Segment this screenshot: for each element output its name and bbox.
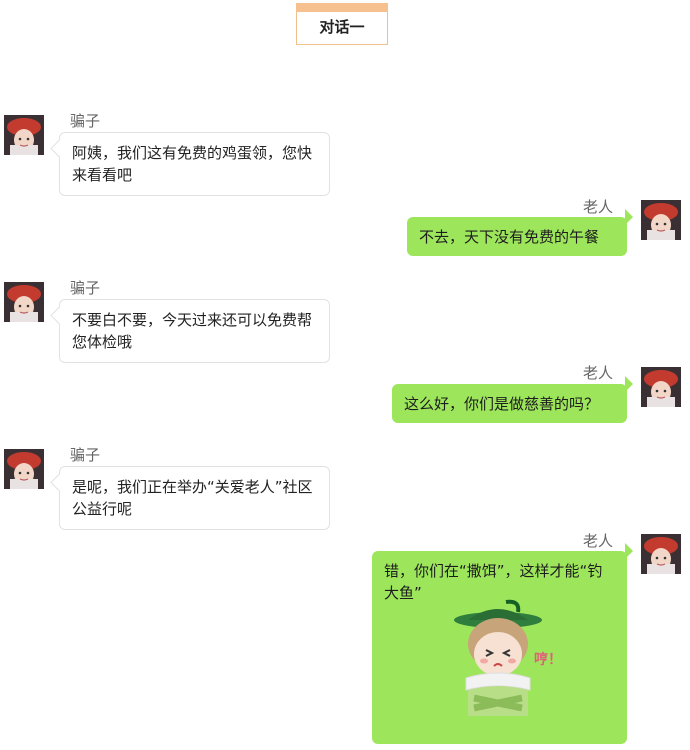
- sender-name: 骗子: [70, 446, 101, 464]
- message-text: 阿姨，我们这有免费的鸡蛋领，您快来看看吧: [72, 144, 313, 184]
- message-text: 错，你们在“撒饵”，这样才能“钓大鱼”: [384, 562, 603, 602]
- sender-name: 老人: [583, 532, 614, 550]
- chat-bubble-left: 阿姨，我们这有免费的鸡蛋领，您快来看看吧: [59, 132, 330, 196]
- avatar-elder[interactable]: [641, 367, 681, 407]
- chat-bubble-left: 是呢，我们正在举办“关爱老人”社区公益行呢: [59, 466, 330, 530]
- sticker-caption: 哼！: [534, 651, 562, 668]
- dialog-title: 对话一: [319, 18, 365, 36]
- avatar-elder[interactable]: [641, 200, 681, 240]
- message-text: 不去，天下没有免费的午餐: [419, 228, 600, 246]
- avatar-elder[interactable]: [641, 534, 681, 574]
- chat-bubble-right: 不去，天下没有免费的午餐: [407, 209, 633, 256]
- cartoon-old-woman-sticker-icon: 哼！: [448, 598, 568, 718]
- dialog-title-badge: 对话一: [296, 3, 388, 45]
- avatar-scammer[interactable]: [4, 282, 44, 322]
- sender-name: 老人: [583, 198, 614, 216]
- sender-name: 骗子: [70, 112, 101, 130]
- chat-bubble-left: 不要白不要，今天过来还可以免费帮您体检哦: [59, 299, 330, 363]
- sender-name: 骗子: [70, 279, 101, 297]
- message-text: 这么好，你们是做慈善的吗？: [404, 395, 600, 413]
- message-text: 是呢，我们正在举办“关爱老人”社区公益行呢: [72, 478, 313, 518]
- message-text: 不要白不要，今天过来还可以免费帮您体检哦: [72, 311, 313, 351]
- avatar-scammer[interactable]: [4, 449, 44, 489]
- title-accent-bar: [296, 3, 388, 12]
- chat-bubble-right: 这么好，你们是做慈善的吗？: [392, 376, 633, 423]
- sender-name: 老人: [583, 364, 614, 382]
- avatar-scammer[interactable]: [4, 115, 44, 155]
